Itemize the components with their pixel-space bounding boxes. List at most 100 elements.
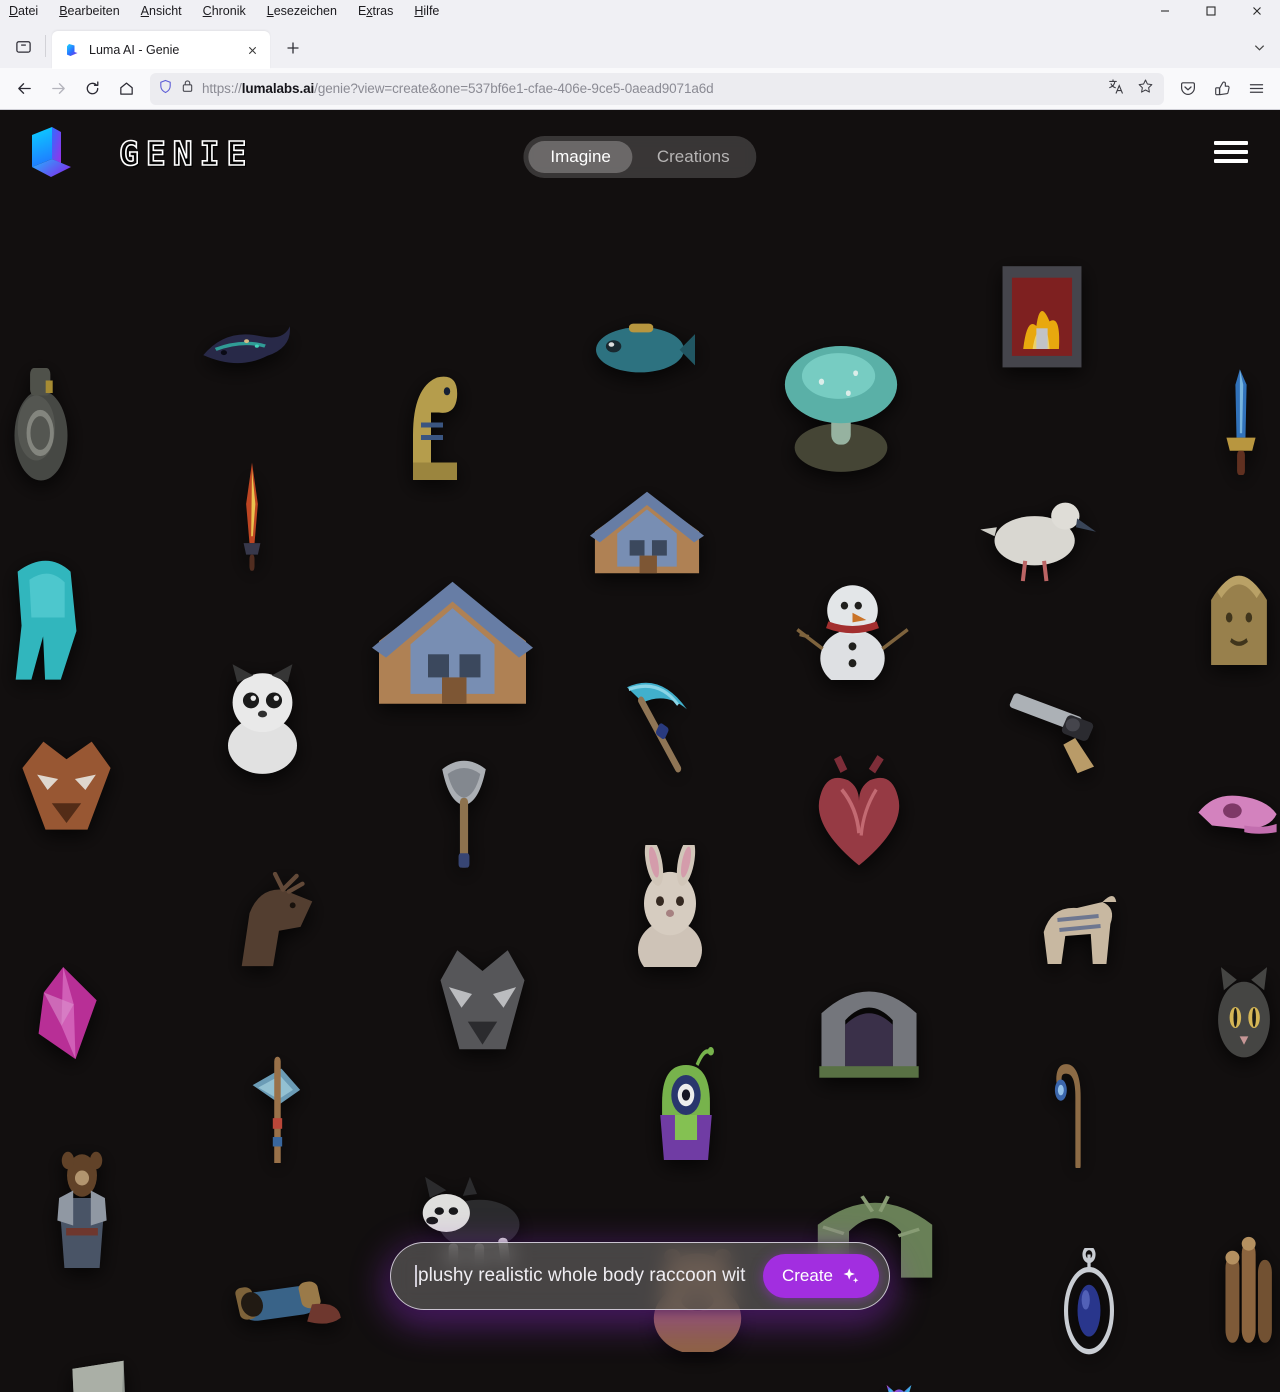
model-thumbnail-tribal-axe[interactable]	[244, 1045, 316, 1173]
anatomical-heart-model-icon	[818, 755, 900, 866]
model-thumbnail-alien-creature[interactable]	[640, 1045, 732, 1170]
browser-tab[interactable]: Luma AI - Genie	[52, 31, 270, 69]
model-thumbnail-robot-fish[interactable]	[585, 308, 695, 395]
log-pile-model-icon	[1225, 1236, 1272, 1343]
luma-logo-icon	[67, 44, 78, 56]
bookmark-star-icon[interactable]	[1137, 78, 1154, 100]
fox-head-mask-model-icon	[22, 741, 111, 830]
reload-icon[interactable]	[76, 73, 108, 105]
prompt-value: plushy realistic whole body raccoon wit	[418, 1265, 746, 1286]
prompt-bar[interactable]: plushy realistic whole body raccoon wit …	[390, 1242, 890, 1310]
tribal-axe-model-icon	[252, 1056, 301, 1173]
model-thumbnail-ornate-cannon[interactable]	[228, 1255, 348, 1350]
robot-fish-model-icon	[596, 323, 695, 373]
blue-whale-model-icon	[203, 326, 290, 364]
model-thumbnail-revolver[interactable]	[1002, 672, 1120, 782]
model-thumbnail-battle-axe[interactable]	[430, 750, 498, 870]
shield-icon[interactable]	[158, 79, 173, 99]
extensions-icon[interactable]	[1206, 73, 1238, 105]
model-thumbnail-snake-statue[interactable]	[381, 360, 481, 485]
address-bar[interactable]: https://lumalabs.ai/genie?view=create&on…	[150, 72, 1164, 105]
menu-item-hilfe[interactable]: Hilfe	[413, 3, 440, 19]
translate-icon[interactable]	[1108, 78, 1125, 100]
pocket-icon[interactable]	[1172, 73, 1204, 105]
lock-icon[interactable]	[181, 79, 194, 98]
model-thumbnail-log-pile[interactable]	[1222, 1230, 1280, 1345]
model-thumbnail-ice-sword[interactable]	[1213, 365, 1269, 475]
model-thumbnail-blue-whale[interactable]	[193, 310, 296, 392]
create-button[interactable]: Create	[762, 1254, 879, 1298]
model-thumbnail-crystal-golem[interactable]	[0, 550, 98, 685]
maximize-icon[interactable]	[1188, 0, 1234, 22]
model-thumbnail-snowman[interactable]	[795, 560, 910, 688]
prompt-input[interactable]: plushy realistic whole body raccoon wit	[415, 1265, 769, 1287]
close-icon[interactable]	[1234, 0, 1280, 22]
menu-item-lesezeichen[interactable]: Lesezeichen	[266, 3, 338, 19]
model-thumbnail-sapphire-pendant[interactable]	[1048, 1245, 1130, 1356]
tab-imagine[interactable]: Imagine	[528, 141, 633, 173]
model-thumbnail-moai-statue[interactable]	[58, 1350, 138, 1392]
genie-wordmark: GENIE	[118, 133, 254, 174]
hamburger-line	[1214, 159, 1248, 163]
glowing-mushroom-model-icon	[784, 346, 898, 472]
model-thumbnail-timbered-house[interactable]	[365, 552, 540, 717]
model-thumbnail-rainbow-cat-toy[interactable]	[868, 1385, 930, 1392]
minimize-icon[interactable]	[1142, 0, 1188, 22]
model-thumbnail-plush-bunny[interactable]	[620, 838, 720, 980]
snake-statue-model-icon	[413, 376, 458, 480]
moai-statue-model-icon	[72, 1360, 125, 1392]
alien-creature-model-icon	[660, 1047, 714, 1160]
luma-logo-icon	[32, 127, 71, 177]
menu-item-datei[interactable]: Datei	[8, 3, 39, 19]
model-thumbnail-glowing-mushroom[interactable]	[780, 336, 902, 479]
ice-sword-model-icon	[1226, 369, 1256, 475]
battle-axe-model-icon	[442, 760, 486, 868]
model-thumbnail-ice-scythe[interactable]	[620, 663, 708, 773]
magenta-crystal-model-icon	[38, 966, 97, 1060]
model-thumbnail-cottage-red[interactable]	[585, 472, 709, 582]
view-toggle: Imagine Creations	[523, 136, 757, 178]
app-menu-icon[interactable]	[1240, 73, 1272, 105]
model-thumbnail-stone-archway[interactable]	[815, 965, 923, 1080]
hamburger-line	[1214, 141, 1248, 145]
close-tab-icon[interactable]	[242, 40, 262, 60]
model-thumbnail-deer-head[interactable]	[228, 871, 326, 970]
url-domain: lumalabs.ai	[241, 81, 315, 96]
chevron-down-icon[interactable]	[1244, 32, 1274, 62]
address-bar-icons	[1108, 78, 1156, 100]
revolver-model-icon	[1009, 693, 1095, 774]
menu-item-chronik[interactable]: Chronik	[202, 3, 247, 19]
model-thumbnail-magenta-crystal[interactable]	[28, 965, 116, 1063]
new-tab-button[interactable]	[278, 33, 308, 63]
model-thumbnail-ceramic-horse[interactable]	[1030, 872, 1128, 972]
tab-list-icon[interactable]	[6, 29, 40, 63]
hamburger-menu-icon[interactable]	[1214, 138, 1248, 166]
model-thumbnail-wooden-staff[interactable]	[1045, 1050, 1111, 1171]
tab-creations[interactable]: Creations	[635, 141, 752, 173]
model-thumbnail-calico-cat[interactable]	[1208, 965, 1280, 1070]
model-thumbnail-hand-grenade[interactable]	[2, 358, 80, 483]
menu-item-bearbeiten[interactable]: Bearbeiten	[58, 3, 120, 19]
url-text[interactable]: https://lumalabs.ai/genie?view=create&on…	[202, 81, 1100, 96]
menu-item-ansicht[interactable]: Ansicht	[140, 3, 183, 19]
model-thumbnail-fox-head-mask[interactable]	[14, 735, 119, 845]
back-icon[interactable]	[8, 73, 40, 105]
model-thumbnail-wolf-head[interactable]	[430, 948, 535, 1063]
prompt-bar-wrapper: plushy realistic whole body raccoon wit …	[390, 1242, 890, 1310]
model-thumbnail-white-ibis[interactable]	[978, 478, 1096, 590]
model-thumbnail-deity-head-statue[interactable]	[1198, 545, 1280, 670]
model-thumbnail-plush-kitten[interactable]	[205, 662, 320, 775]
forward-icon[interactable]	[42, 73, 74, 105]
model-thumbnail-pink-animal-skull[interactable]	[1195, 778, 1280, 860]
pink-animal-skull-model-icon	[1198, 795, 1277, 834]
window-controls	[1142, 0, 1280, 22]
model-thumbnail-flame-dagger[interactable]	[231, 458, 273, 573]
model-thumbnail-armored-bear[interactable]	[38, 1148, 126, 1273]
wolf-head-model-icon	[440, 950, 525, 1050]
menu-item-extras[interactable]: Extras	[357, 3, 394, 19]
brand[interactable]: GENIE	[28, 125, 253, 181]
tab-strip-right	[1244, 32, 1274, 62]
model-thumbnail-anatomical-heart[interactable]	[805, 755, 913, 870]
model-thumbnail-pixel-fireplace[interactable]	[995, 257, 1089, 372]
home-icon[interactable]	[110, 73, 142, 105]
